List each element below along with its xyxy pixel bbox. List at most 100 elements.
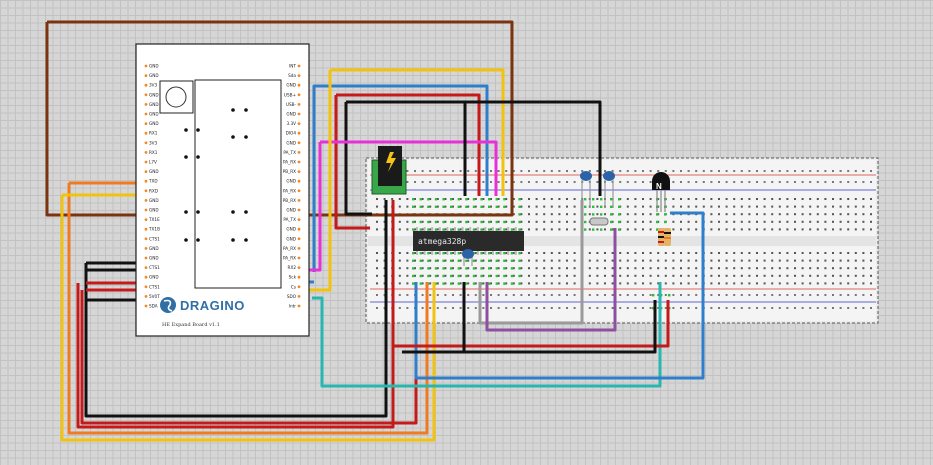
pin-dot — [144, 218, 148, 222]
pin-label: 3.3V — [286, 121, 296, 126]
pin-dot — [144, 227, 148, 231]
pin-label: SDO — [287, 294, 297, 299]
pin-label: DIO4 — [286, 131, 297, 136]
pin-dot — [144, 93, 148, 97]
pin-dot — [297, 218, 301, 222]
pin-dot — [297, 237, 301, 241]
dragino-logo-icon — [160, 297, 176, 313]
pin-label: TXD — [148, 179, 158, 184]
pin-label: RXD — [149, 188, 158, 193]
pin-label: L7V — [149, 160, 157, 165]
pin-dot — [144, 160, 148, 164]
pin-dot — [297, 64, 301, 68]
pin-dot — [297, 170, 301, 174]
pin-label: GND — [286, 112, 296, 117]
pin-label: GND — [286, 236, 296, 241]
pin-dot — [297, 199, 301, 202]
pin-dot — [144, 141, 148, 145]
pin-dot — [144, 285, 148, 289]
pin-label: GND — [286, 140, 296, 145]
pin-dot — [144, 131, 148, 135]
pin-dot — [297, 141, 301, 145]
transistor-label: N — [656, 182, 662, 191]
pin-dot — [144, 304, 148, 308]
pin-dot — [297, 160, 301, 164]
pin-dot — [144, 151, 148, 154]
pin-label: Intr — [289, 304, 297, 309]
pin-dot — [297, 151, 301, 154]
pin-label: GND — [286, 208, 296, 213]
pin-dot — [297, 285, 301, 289]
pin-dot — [144, 237, 148, 241]
pin-label: GND — [149, 169, 159, 174]
pin-dot — [144, 208, 148, 212]
pin-label: CTS1 — [149, 265, 160, 270]
crystal[interactable] — [589, 217, 609, 226]
resistors[interactable] — [658, 228, 671, 246]
pin-dot — [297, 275, 301, 279]
pin-label: CTS1 — [149, 284, 160, 289]
pin-dot — [297, 74, 301, 77]
pin-dot — [144, 122, 148, 125]
pin-dot — [144, 179, 148, 183]
pin-dot — [144, 103, 148, 106]
pin-dot — [297, 227, 301, 231]
pin-dot — [297, 208, 301, 212]
pin-label: SDA — [149, 304, 158, 309]
pin-dot — [144, 83, 148, 87]
pin-dot — [297, 83, 301, 87]
pin-label: Sck — [289, 275, 297, 280]
pin-label: USB+ — [284, 92, 297, 97]
brand-logo: DRAGINO — [180, 298, 245, 313]
pin-label: PA_RX — [283, 188, 296, 193]
pin-label: 3V3 — [149, 140, 158, 145]
pin-dot — [144, 275, 148, 279]
pin-label: TX1B — [148, 227, 160, 232]
pin-label: GND — [149, 92, 159, 97]
wire-red-left2 — [334, 95, 370, 230]
pin-dot — [144, 170, 148, 174]
pin-dot — [144, 247, 148, 250]
pin-dot — [144, 256, 148, 260]
pin-label: TX1E — [148, 217, 160, 222]
pin-label: RX1 — [149, 150, 158, 155]
pin-label: GND — [149, 121, 159, 126]
pin-label: GND — [149, 275, 159, 280]
pin-dot — [297, 266, 301, 269]
pin-label: CTS1 — [149, 236, 160, 241]
pin-label: Sda — [288, 73, 296, 78]
pin-dot — [297, 122, 301, 125]
pin-label: GND — [149, 198, 159, 203]
pin-label: GND — [149, 208, 159, 213]
pin-dot — [144, 64, 148, 68]
pin-label: 5V0T — [149, 294, 160, 299]
pin-dot — [144, 266, 148, 269]
pin-dot — [297, 295, 301, 298]
pin-label: PB_RX — [283, 169, 296, 174]
board-name: HE Expand Board v1.1 — [162, 322, 220, 328]
pin-dot — [297, 189, 301, 193]
pin-label: GND — [286, 227, 296, 232]
pin-dot — [144, 199, 148, 202]
pin-dot — [144, 295, 148, 298]
pin-dot — [297, 93, 301, 97]
pin-dot — [297, 179, 301, 183]
pin-dot — [144, 112, 148, 116]
pin-label: PA_TX — [283, 150, 296, 155]
pin-label: GND — [149, 112, 159, 117]
pin-label: PA_RX — [283, 160, 296, 165]
pin-label: GND — [149, 64, 159, 69]
pin-dot — [297, 247, 301, 250]
pin-label: PB_RX — [283, 198, 296, 203]
chip-label: atmega328p — [418, 237, 466, 246]
power-jack[interactable] — [371, 146, 407, 195]
pin-label: PA_TX — [283, 217, 296, 222]
pin-label: GND — [149, 256, 159, 261]
pin-dot — [297, 304, 301, 308]
expansion-board[interactable]: GND GND 3V3 GND GND GND GND RX1 3V3 RX1 L7V GND TXD R… — [135, 43, 310, 337]
pin-label: RX1 — [149, 131, 158, 136]
pin-label: GND — [149, 102, 159, 107]
pin-label: GND — [149, 246, 159, 251]
pin-dot — [144, 189, 148, 193]
pin-label: GND — [286, 179, 296, 184]
